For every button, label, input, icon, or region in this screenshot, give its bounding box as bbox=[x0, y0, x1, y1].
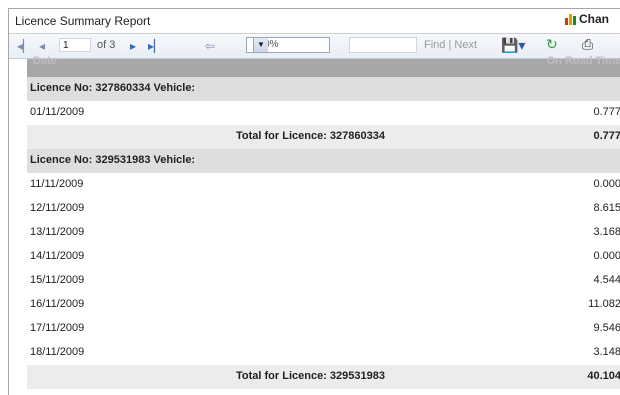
find-input[interactable] bbox=[349, 37, 417, 53]
row-value: 8.615 bbox=[593, 202, 620, 214]
table-row: 17/11/2009 9.546 bbox=[27, 317, 620, 341]
table-row: 15/11/2009 4.544 bbox=[27, 269, 620, 293]
row-value: 0.000 bbox=[593, 178, 620, 190]
licence-total-row: Total for Licence: 329531983 40.104 bbox=[27, 365, 620, 389]
total-value: 0.777 bbox=[593, 130, 620, 142]
table-row: 16/11/2009 11.082 bbox=[27, 293, 620, 317]
find-separator: | bbox=[448, 39, 452, 51]
next-page-icon[interactable]: ▸ bbox=[130, 39, 136, 53]
row-value: 3.148 bbox=[593, 346, 620, 358]
title-bar: Licence Summary Report Chan bbox=[9, 9, 620, 34]
row-value: 11.082 bbox=[588, 298, 620, 310]
row-date: 01/11/2009 bbox=[30, 106, 85, 118]
chart-icon bbox=[565, 13, 576, 25]
row-value: 0.777 bbox=[593, 106, 620, 118]
table-row: 11/11/2009 0.000 bbox=[27, 173, 620, 197]
chevron-down-icon: ▼ bbox=[253, 38, 268, 52]
refresh-icon[interactable]: ↻ bbox=[546, 36, 558, 53]
total-label: Total for Licence: 327860334 bbox=[236, 130, 385, 142]
header-date: Date bbox=[33, 55, 57, 67]
row-value: 3.168 bbox=[593, 226, 620, 238]
previous-page-icon[interactable]: ◂ bbox=[39, 39, 45, 53]
total-value: 40.104 bbox=[587, 370, 620, 382]
page-number-value: 1 bbox=[63, 40, 69, 51]
page-number-input[interactable]: 1 bbox=[59, 38, 91, 52]
back-icon[interactable]: ⇦ bbox=[205, 39, 215, 53]
page-count: of 3 bbox=[97, 39, 116, 51]
report-header-strip: Date On Road Time bbox=[27, 55, 620, 77]
last-page-icon[interactable]: ▸▏ bbox=[148, 39, 163, 53]
report-viewer: Licence Summary Report Chan ◂▏ ◂ 1 of 3 … bbox=[8, 8, 620, 395]
table-row: 18/11/2009 3.148 bbox=[27, 341, 620, 365]
next-link[interactable]: Next bbox=[454, 39, 477, 51]
report-body: Date On Road Time Licence No: 327860334 … bbox=[9, 55, 620, 389]
table-row: 12/11/2009 8.615 bbox=[27, 197, 620, 221]
row-date: 12/11/2009 bbox=[30, 202, 85, 214]
row-date: 13/11/2009 bbox=[30, 226, 85, 238]
row-date: 18/11/2009 bbox=[30, 346, 85, 358]
find-next-links: Find | Next bbox=[424, 39, 477, 51]
licence-group-header: Licence No: 329531983 Vehicle: bbox=[27, 149, 620, 173]
export-icon[interactable]: 💾▾ bbox=[501, 37, 525, 54]
licence-total-row: Total for Licence: 327860334 0.777 bbox=[27, 125, 620, 149]
table-row: 13/11/2009 3.168 bbox=[27, 221, 620, 245]
row-date: 15/11/2009 bbox=[30, 274, 85, 286]
find-link[interactable]: Find bbox=[424, 39, 445, 51]
licence-label: Licence No: 327860334 Vehicle: bbox=[30, 82, 196, 94]
row-value: 4.544 bbox=[593, 274, 620, 286]
first-page-icon[interactable]: ◂▏ bbox=[17, 39, 32, 53]
window-title: Licence Summary Report bbox=[15, 14, 151, 28]
licence-label: Licence No: 329531983 Vehicle: bbox=[30, 154, 196, 166]
table-row: 01/11/2009 0.777 bbox=[27, 101, 620, 125]
licence-group-header: Licence No: 327860334 Vehicle: bbox=[27, 77, 620, 101]
print-icon[interactable]: ⎙ bbox=[582, 36, 593, 53]
total-label: Total for Licence: 329531983 bbox=[236, 370, 385, 382]
row-date: 16/11/2009 bbox=[30, 298, 85, 310]
row-date: 14/11/2009 bbox=[30, 250, 85, 262]
zoom-select[interactable]: 100% ▼ bbox=[246, 37, 330, 53]
table-row: 14/11/2009 0.000 bbox=[27, 245, 620, 269]
chart-link[interactable]: Chan bbox=[565, 12, 609, 26]
header-on-road-time: On Road Time bbox=[546, 55, 620, 67]
row-value: 0.000 bbox=[593, 250, 620, 262]
row-date: 11/11/2009 bbox=[30, 178, 84, 190]
row-date: 17/11/2009 bbox=[30, 322, 85, 334]
row-value: 9.546 bbox=[593, 322, 620, 334]
report-toolbar: ◂▏ ◂ 1 of 3 ▸ ▸▏ ⇦ 100% ▼ Find | Next 💾▾… bbox=[9, 34, 620, 59]
chart-link-label: Chan bbox=[579, 12, 609, 26]
